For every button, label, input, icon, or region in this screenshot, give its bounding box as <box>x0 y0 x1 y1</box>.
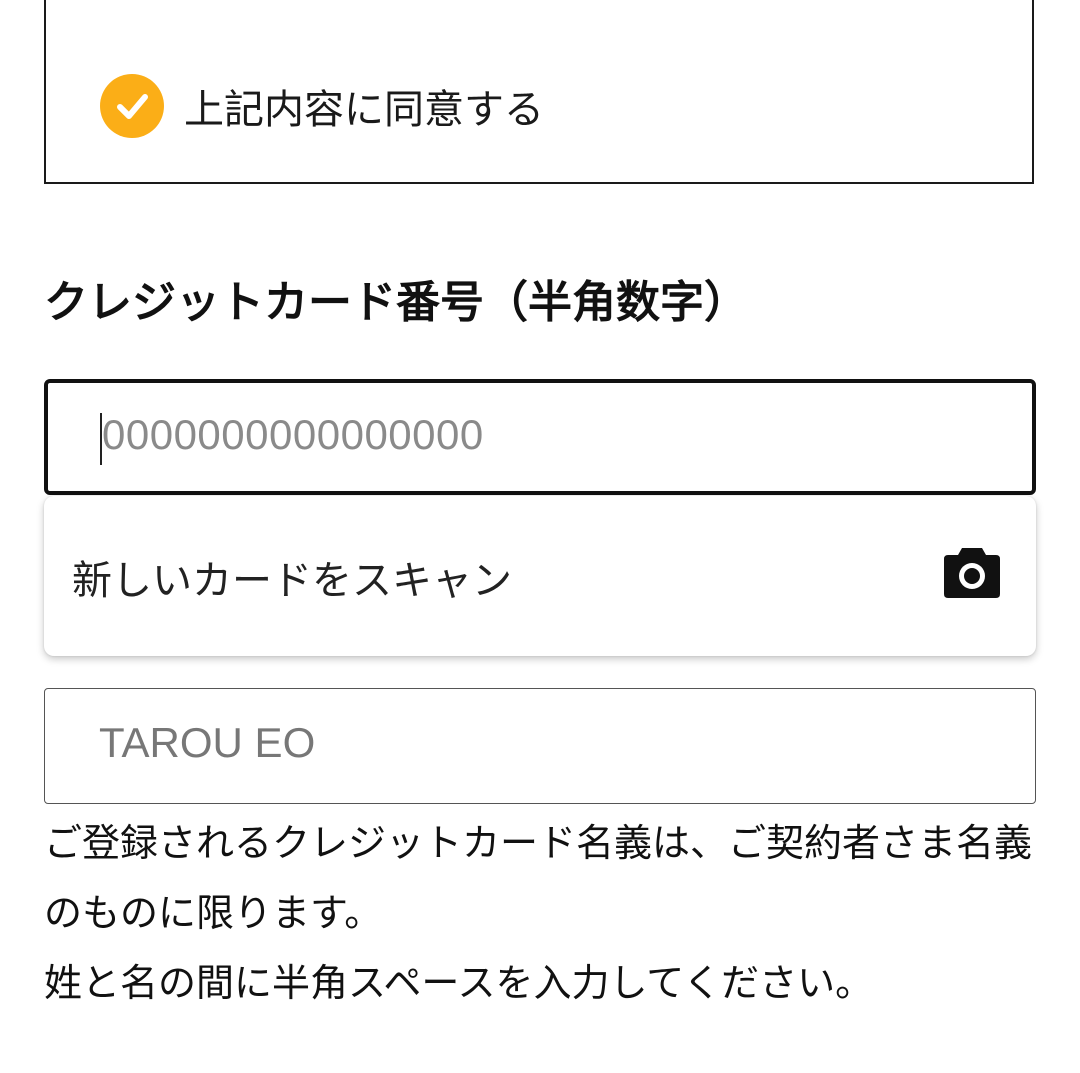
note-line-2: 姓と名の間に半角スペースを入力してください。 <box>44 961 874 1005</box>
checkmark-icon[interactable] <box>100 74 164 138</box>
card-holder-placeholder: TAROU EO <box>99 719 316 766</box>
scan-card-suggestion[interactable]: 新しいカードをスキャン <box>44 496 1036 656</box>
card-holder-note: ご登録されるクレジットカード名義は、ご契約者さま名義のものに限ります。 姓と名の… <box>44 808 1044 1018</box>
scan-card-label: 新しいカードをスキャン <box>72 558 512 604</box>
card-number-placeholder: 0000000000000000 <box>102 411 484 458</box>
card-holder-name-input[interactable]: TAROU EO <box>44 688 1036 804</box>
agreement-checkbox-row[interactable]: 上記内容に同意する <box>100 74 544 138</box>
note-line-1: ご登録されるクレジットカード名義は、ご契約者さま名義のものに限ります。 <box>44 821 1033 935</box>
card-number-title: クレジットカード番号（半角数字） <box>44 277 748 328</box>
card-number-input[interactable]: 0000000000000000 <box>44 379 1036 495</box>
camera-icon[interactable] <box>944 546 1000 598</box>
agreement-label: 上記内容に同意する <box>184 87 544 133</box>
